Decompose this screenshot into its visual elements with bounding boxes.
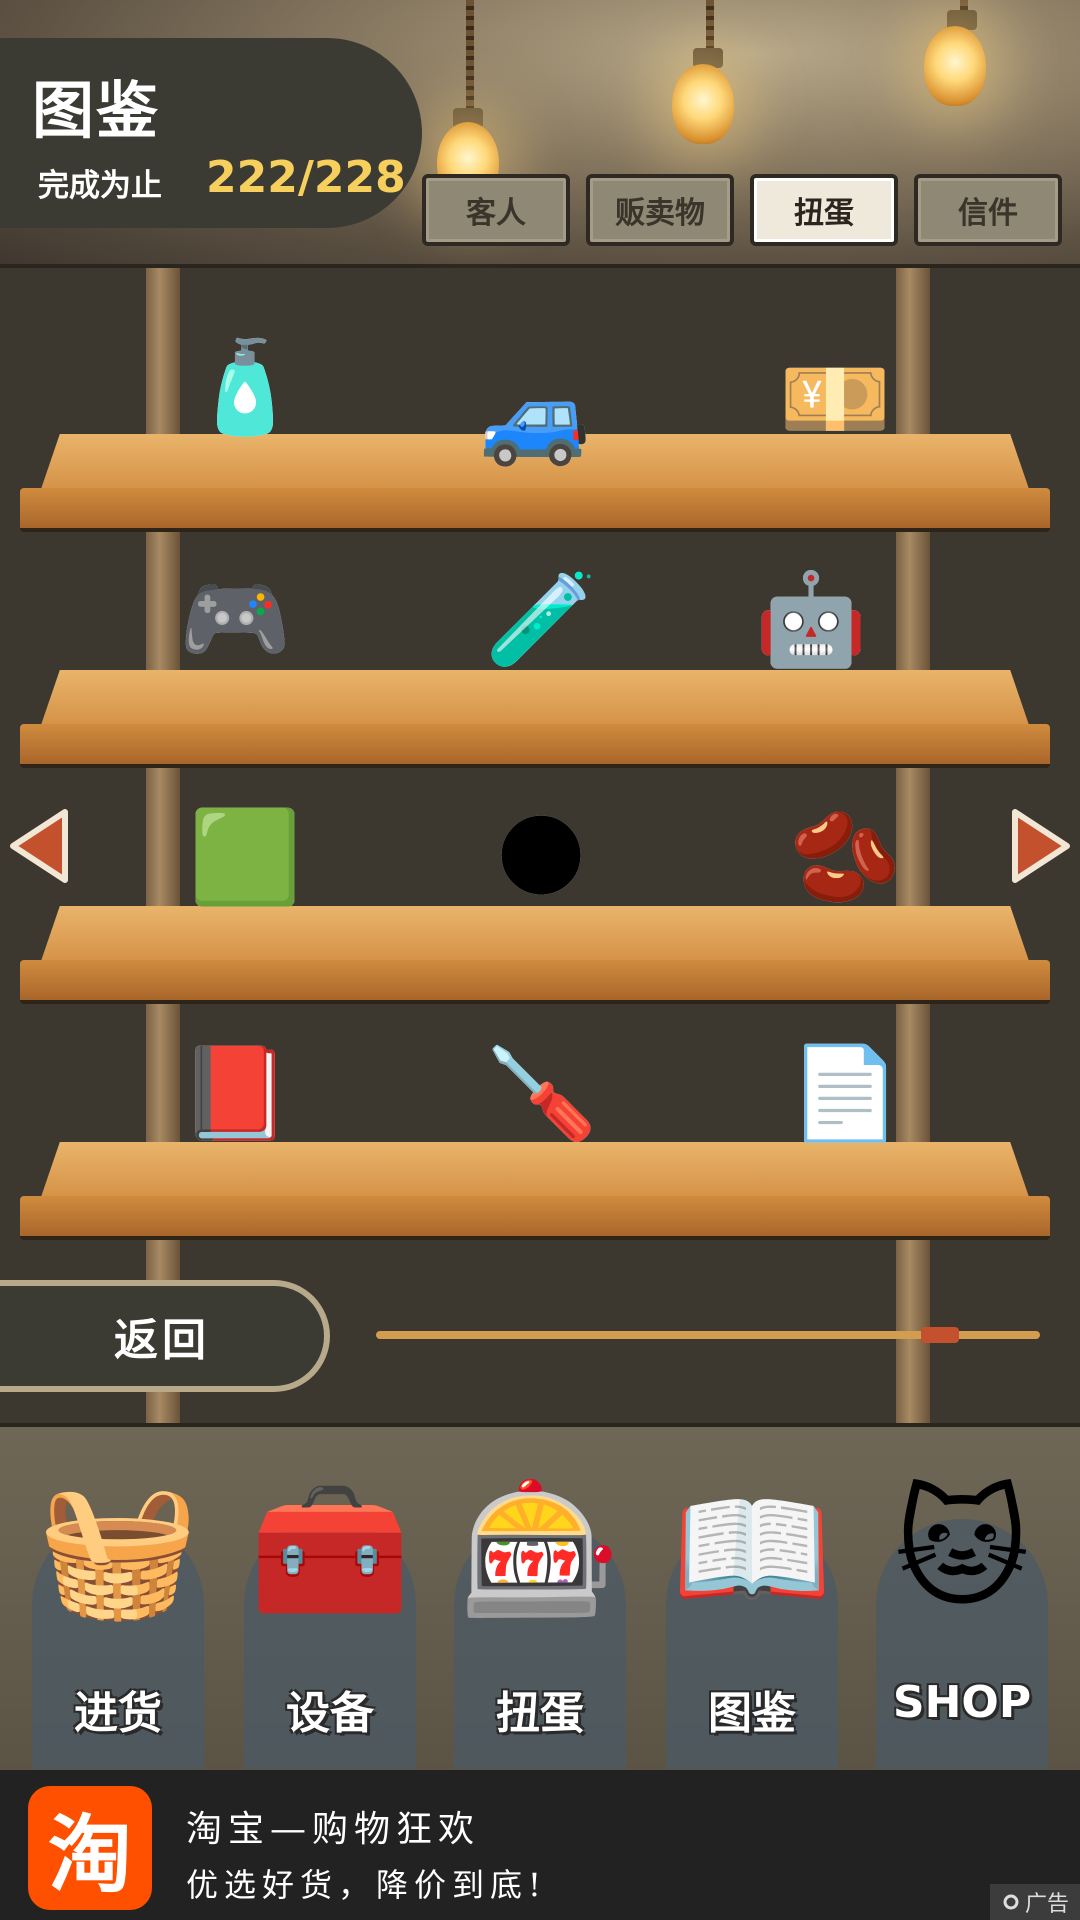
nav-label: 扭蛋	[496, 1688, 584, 1739]
goods-basket-icon: 🧺	[37, 1472, 199, 1625]
perfume-bottle-icon: 🧴	[188, 335, 302, 440]
open-book-icon: 📖	[671, 1472, 833, 1625]
notebook-keychain-icon: 📕	[178, 1041, 292, 1146]
collection-item[interactable]: 🪛	[466, 1024, 616, 1164]
collection-shelves: 🧴 🚙 💴 🎮 🧪 🤖 🟩 🌑 🫘 📕 🪛 📄 返回	[0, 268, 1080, 1423]
collection-item[interactable]: 🫘	[770, 788, 920, 928]
bulb-cord	[706, 0, 714, 50]
collection-item[interactable]: 🧴	[170, 318, 320, 458]
progress-count: 222/228	[206, 152, 406, 203]
collection-item[interactable]: 💴	[760, 330, 910, 470]
nav-label: 进货	[74, 1688, 162, 1739]
tab-gacha[interactable]: 扭蛋	[750, 174, 898, 246]
collection-item[interactable]: 🟩	[170, 788, 320, 928]
ad-tag: 广告	[990, 1884, 1080, 1920]
taobao-logo: 淘	[28, 1786, 152, 1910]
collection-item[interactable]: 🤖	[736, 550, 886, 690]
nav-label: 设备	[286, 1688, 374, 1739]
light-bulb-icon	[672, 64, 734, 144]
right-arrow-icon	[1012, 809, 1070, 883]
nav-encyclopedia-button[interactable]: 📖 图鉴	[652, 1449, 852, 1769]
collection-item[interactable]: 📕	[160, 1024, 310, 1164]
ad-tag-label: 广告	[1024, 1892, 1069, 1917]
tab-guests[interactable]: 客人	[422, 174, 570, 246]
ad-settings-icon	[1003, 1894, 1019, 1910]
page-title: 图鉴	[32, 74, 161, 147]
ad-title: 淘宝—购物狂欢	[186, 1809, 481, 1850]
toy-car-icon: 🚙	[478, 365, 592, 470]
collection-item[interactable]: 🌑	[466, 788, 616, 928]
seeds-icon: 🫘	[788, 805, 902, 910]
ad-subtitle: 优选好货，降价到底!	[186, 1866, 547, 1904]
nav-shop-button[interactable]: 🐱 SHOP	[862, 1449, 1062, 1769]
left-arrow-icon	[10, 809, 68, 883]
previous-page-button[interactable]	[6, 806, 72, 886]
moon-rock-icon: 🌑	[494, 805, 588, 910]
light-bulb-icon	[924, 26, 986, 106]
gacha-machine-icon: 🎰	[459, 1472, 621, 1625]
collection-item[interactable]: 🧪	[466, 550, 616, 690]
category-tabs: 客人 贩卖物 扭蛋 信件	[422, 174, 1062, 246]
banknote-icon: 💴	[778, 347, 892, 452]
next-page-button[interactable]	[1008, 806, 1074, 886]
tab-letters[interactable]: 信件	[914, 174, 1062, 246]
screwdriver-icon: 🪛	[484, 1041, 598, 1146]
nav-gacha-button[interactable]: 🎰 扭蛋	[440, 1449, 640, 1769]
nav-label: 图鉴	[708, 1688, 796, 1739]
toolbox-icon: 🧰	[249, 1472, 411, 1625]
tab-merchandise[interactable]: 贩卖物	[586, 174, 734, 246]
collection-item[interactable]: 🚙	[460, 348, 610, 488]
nav-equipment-button[interactable]: 🧰 设备	[230, 1449, 430, 1769]
progress-label: 完成为止	[38, 168, 162, 204]
green-stapler-icon: 🟩	[188, 805, 302, 910]
nav-stock-button[interactable]: 🧺 进货	[18, 1449, 218, 1769]
page-scroll-thumb[interactable]	[920, 1327, 959, 1343]
bottom-navigation: 🧺 进货 🧰 设备 🎰 扭蛋 📖 图鉴 🐱 SHOP	[0, 1423, 1080, 1770]
bulb-cord	[466, 0, 474, 110]
ad-banner[interactable]: 淘 淘宝—购物狂欢 优选好货，降价到底! 广告	[0, 1770, 1080, 1920]
handheld-game-icon: 🎮	[178, 567, 292, 672]
collection-item[interactable]: 📄	[770, 1024, 920, 1164]
back-button[interactable]: 返回	[0, 1280, 330, 1392]
spilled-slime-can-icon: 🧪	[484, 567, 598, 672]
collection-item[interactable]: 🎮	[160, 550, 310, 690]
lucky-cat-icon: 🐱	[894, 1473, 1030, 1625]
nav-label: SHOP	[892, 1677, 1032, 1728]
torn-paper-icon: 📄	[788, 1041, 902, 1146]
robot-toy-icon: 🤖	[754, 567, 868, 672]
